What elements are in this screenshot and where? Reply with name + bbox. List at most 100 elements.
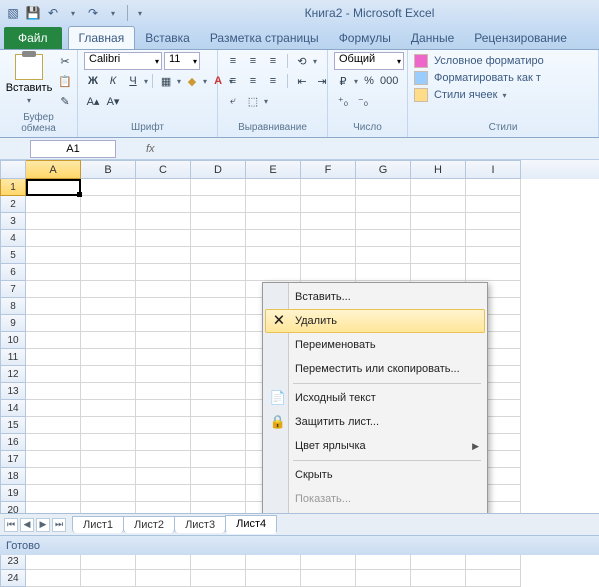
cell[interactable] (81, 298, 136, 315)
cell[interactable] (246, 179, 301, 196)
cut-icon[interactable]: ✂ (56, 52, 74, 70)
row-header[interactable]: 1 (0, 179, 26, 196)
select-all-corner[interactable] (0, 160, 26, 179)
cell[interactable] (191, 196, 246, 213)
cell[interactable] (411, 213, 466, 230)
cell[interactable] (356, 264, 411, 281)
italic-button[interactable]: К (104, 72, 122, 90)
cell[interactable] (191, 315, 246, 332)
cell[interactable] (81, 196, 136, 213)
cell[interactable] (191, 264, 246, 281)
qat-customize-icon[interactable]: ▾ (131, 4, 149, 22)
menu-rename[interactable]: Переименовать (265, 333, 485, 357)
align-center-icon[interactable]: ≡ (244, 72, 262, 90)
nav-next-icon[interactable]: ▶ (36, 518, 50, 532)
comma-icon[interactable]: 000 (380, 72, 398, 90)
cell[interactable] (136, 417, 191, 434)
cell[interactable] (136, 468, 191, 485)
row-header[interactable]: 7 (0, 281, 26, 298)
cell[interactable] (26, 264, 81, 281)
cell[interactable] (26, 400, 81, 417)
cell[interactable] (81, 247, 136, 264)
row-header[interactable]: 23 (0, 553, 26, 570)
tab-data[interactable]: Данные (401, 27, 464, 49)
row-header[interactable]: 13 (0, 383, 26, 400)
number-format-select[interactable]: Общий▾ (334, 52, 404, 70)
align-left-icon[interactable]: ≡ (224, 72, 242, 90)
nav-last-icon[interactable]: ⏭ (52, 518, 66, 532)
cell[interactable] (26, 451, 81, 468)
tab-review[interactable]: Рецензирование (464, 27, 577, 49)
font-name-select[interactable]: Calibri▾ (84, 52, 162, 70)
undo-dropdown-icon[interactable]: ▾ (64, 4, 82, 22)
grow-font-icon[interactable]: A▴ (84, 92, 102, 110)
cell[interactable] (81, 468, 136, 485)
align-bottom-icon[interactable]: ≡ (264, 52, 282, 70)
cell[interactable] (301, 553, 356, 570)
cell[interactable] (246, 553, 301, 570)
cell[interactable] (301, 264, 356, 281)
cell[interactable] (191, 400, 246, 417)
cell[interactable] (136, 349, 191, 366)
cell[interactable] (356, 553, 411, 570)
row-header[interactable]: 17 (0, 451, 26, 468)
cell[interactable] (466, 570, 521, 587)
cell[interactable] (136, 400, 191, 417)
underline-button[interactable]: Ч (124, 72, 142, 90)
cell[interactable] (26, 349, 81, 366)
cell[interactable] (26, 332, 81, 349)
percent-icon[interactable]: % (360, 72, 378, 90)
currency-icon[interactable]: ₽ (334, 72, 352, 90)
menu-view-code[interactable]: 📄Исходный текст (265, 386, 485, 410)
cell[interactable] (191, 553, 246, 570)
row-header[interactable]: 11 (0, 349, 26, 366)
fill-color-icon[interactable]: ◆ (183, 72, 201, 90)
cell[interactable] (191, 451, 246, 468)
cell[interactable] (191, 366, 246, 383)
row-header[interactable]: 18 (0, 468, 26, 485)
cell[interactable] (411, 230, 466, 247)
cell[interactable] (26, 230, 81, 247)
cell[interactable] (466, 230, 521, 247)
row-header[interactable]: 12 (0, 366, 26, 383)
cell[interactable] (136, 366, 191, 383)
cell[interactable] (301, 570, 356, 587)
col-header[interactable]: B (81, 160, 136, 179)
col-header[interactable]: C (136, 160, 191, 179)
cell[interactable] (26, 213, 81, 230)
cell[interactable] (411, 196, 466, 213)
cell[interactable] (246, 213, 301, 230)
sheet-tab[interactable]: Лист3 (174, 516, 226, 533)
tab-formulas[interactable]: Формулы (329, 27, 401, 49)
cell[interactable] (81, 349, 136, 366)
inc-decimal-icon[interactable]: ⁺₀ (334, 92, 352, 110)
cell[interactable] (301, 179, 356, 196)
row-header[interactable]: 4 (0, 230, 26, 247)
cell[interactable] (411, 179, 466, 196)
cell[interactable] (26, 485, 81, 502)
cell[interactable] (136, 485, 191, 502)
tab-home[interactable]: Главная (68, 26, 136, 49)
cell[interactable] (356, 213, 411, 230)
cell[interactable] (81, 315, 136, 332)
cell[interactable] (26, 366, 81, 383)
cell[interactable] (466, 553, 521, 570)
cell[interactable] (191, 247, 246, 264)
row-header[interactable]: 15 (0, 417, 26, 434)
cell[interactable] (81, 485, 136, 502)
sheet-tab[interactable]: Лист1 (72, 516, 124, 533)
cell[interactable] (301, 196, 356, 213)
cell[interactable] (301, 230, 356, 247)
cell[interactable] (81, 213, 136, 230)
row-header[interactable]: 5 (0, 247, 26, 264)
cell[interactable] (26, 468, 81, 485)
cell[interactable] (246, 570, 301, 587)
cell[interactable] (81, 570, 136, 587)
cell[interactable] (26, 298, 81, 315)
menu-tab-color[interactable]: Цвет ярлычка▶ (265, 434, 485, 458)
cell[interactable] (191, 570, 246, 587)
redo-dropdown-icon[interactable]: ▾ (104, 4, 122, 22)
tab-insert[interactable]: Вставка (135, 27, 200, 49)
format-painter-icon[interactable]: ✎ (56, 92, 74, 110)
cell[interactable] (356, 570, 411, 587)
